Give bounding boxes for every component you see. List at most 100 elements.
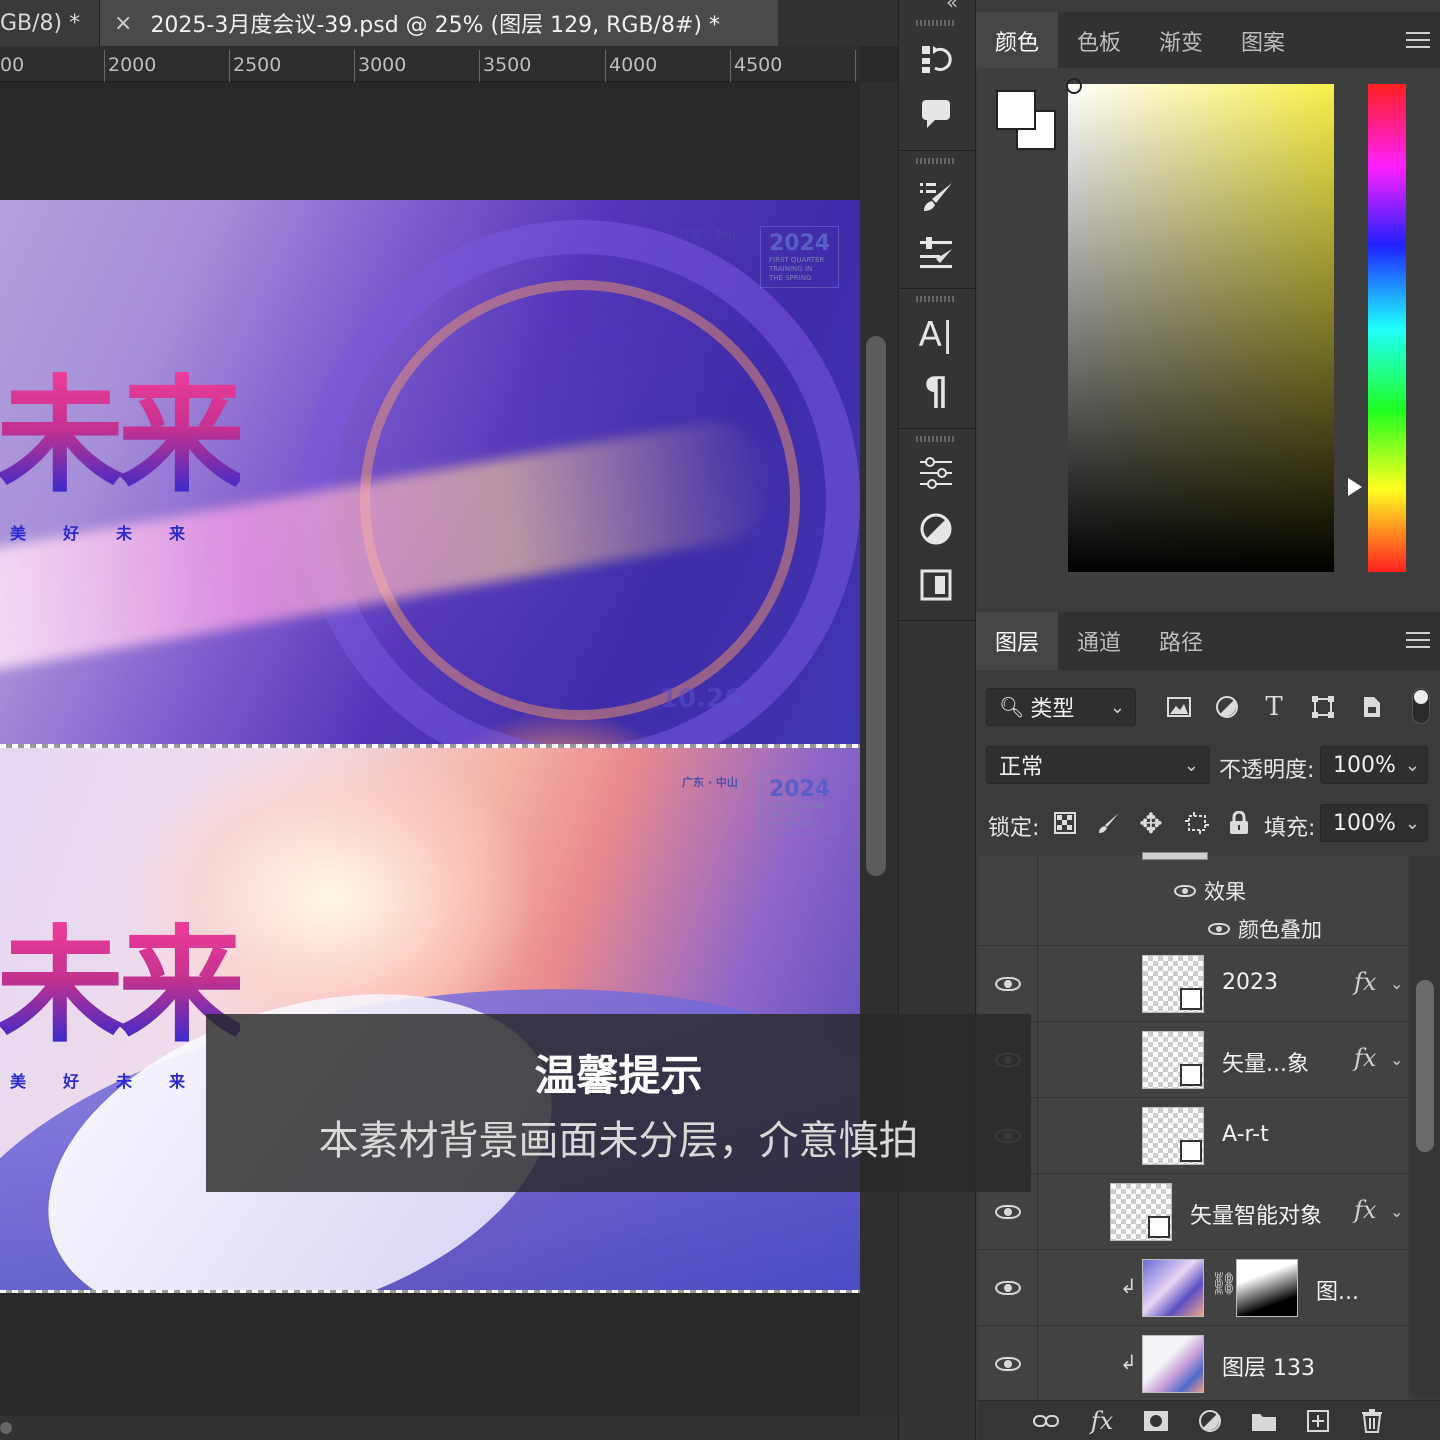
color-overlay-row[interactable]: 颜色叠加 <box>1208 914 1322 944</box>
layer-style-fx-icon[interactable]: fx <box>1084 1404 1120 1438</box>
eye-icon[interactable] <box>994 1357 1021 1371</box>
layer-name[interactable]: 2023 <box>1222 970 1278 995</box>
filter-pixel-layers-icon[interactable] <box>1162 690 1196 724</box>
layers-scroll-thumb[interactable] <box>1416 980 1434 1152</box>
new-layer-icon[interactable] <box>1300 1404 1336 1438</box>
artwork-tiny-line: TRAINING IN <box>769 265 813 273</box>
brush-settings-icon[interactable] <box>908 172 964 222</box>
color-picker-marker[interactable] <box>1066 78 1082 94</box>
character-icon[interactable]: A| <box>908 310 964 360</box>
layer-name[interactable]: A-r-t <box>1222 1122 1269 1147</box>
filter-smart-objects-icon[interactable] <box>1354 690 1388 724</box>
panel-grip[interactable] <box>916 296 954 302</box>
lock-all-icon[interactable] <box>1222 806 1256 840</box>
tab-swatches[interactable]: 色板 <box>1058 12 1140 70</box>
chevron-down-icon[interactable]: ⌄ <box>1390 1050 1403 1069</box>
tab-patterns[interactable]: 图案 <box>1222 12 1304 70</box>
layer-fx-icon[interactable]: fx <box>1354 968 1376 996</box>
chevron-down-icon: ⌄ <box>1183 754 1199 776</box>
filter-toggle-switch[interactable] <box>1412 688 1430 724</box>
panel-grip[interactable] <box>916 158 954 164</box>
lock-artboard-icon[interactable] <box>1180 806 1214 840</box>
panel-grip[interactable] <box>916 436 954 442</box>
artwork-location: 广东 · 中山 <box>680 228 736 241</box>
libraries-icon[interactable] <box>908 560 964 610</box>
eye-icon[interactable] <box>994 1205 1021 1219</box>
eye-icon[interactable] <box>1208 923 1230 935</box>
layer-fx-icon[interactable]: fx <box>1354 1044 1376 1072</box>
eye-icon[interactable] <box>994 977 1021 991</box>
foreground-color-swatch[interactable] <box>996 90 1036 130</box>
layer-thumbnail[interactable] <box>1142 1259 1204 1317</box>
filter-shape-layers-icon[interactable] <box>1306 690 1340 724</box>
chevron-down-icon[interactable]: ⌄ <box>1390 974 1403 993</box>
chevron-down-icon[interactable]: ⌄ <box>1395 754 1420 776</box>
tab-color[interactable]: 颜色 <box>976 12 1058 70</box>
hue-slider-handle[interactable] <box>1348 478 1362 496</box>
fill-value: 100% <box>1333 810 1396 836</box>
tool-presets-icon[interactable] <box>908 228 964 278</box>
layer-filter-dropdown[interactable]: 🔍︎ 类型 ⌄ <box>986 688 1136 726</box>
tab-gradients[interactable]: 渐变 <box>1140 12 1222 70</box>
fill-field[interactable]: 100% ⌄ <box>1320 804 1428 842</box>
new-group-folder-icon[interactable] <box>1246 1404 1282 1438</box>
layer-name[interactable]: 矢量智能对象 <box>1190 1198 1322 1230</box>
filter-type-layers-icon[interactable]: T <box>1257 690 1291 724</box>
properties-sliders-icon[interactable] <box>908 448 964 498</box>
new-adjustment-layer-icon[interactable] <box>1192 1404 1228 1438</box>
layer-name[interactable]: 图层 133 <box>1222 1350 1315 1382</box>
layer-thumbnail[interactable] <box>1142 1335 1204 1393</box>
effects-row[interactable]: 效果 <box>1174 876 1246 906</box>
artwork-title-text: 未来 <box>0 922 246 1050</box>
lock-image-pixels-icon[interactable] <box>1092 806 1126 840</box>
effects-label: 效果 <box>1204 880 1246 904</box>
eye-icon[interactable] <box>994 1281 1021 1295</box>
notice-body: 本素材背景画面未分层，介意慎拍 <box>318 1118 919 1164</box>
adjustments-icon[interactable] <box>908 504 964 554</box>
document-horizontal-scroll-thumb[interactable] <box>0 1422 12 1434</box>
layer-fx-icon[interactable]: fx <box>1354 1196 1376 1224</box>
visibility-toggle[interactable] <box>978 1250 1038 1326</box>
layer-filter-label: 类型 <box>1030 697 1075 722</box>
history-icon[interactable] <box>908 34 964 84</box>
blend-mode-dropdown[interactable]: 正常 ⌄ <box>986 746 1210 784</box>
saturation-brightness-field[interactable] <box>1068 84 1334 572</box>
artwork-subtitle: 美好未来 <box>10 1068 222 1092</box>
layer-name[interactable]: 矢量...象 <box>1222 1046 1309 1078</box>
eye-icon[interactable] <box>1174 885 1196 897</box>
filter-adjustment-layers-icon[interactable] <box>1210 690 1244 724</box>
hue-slider[interactable] <box>1368 84 1406 572</box>
artwork-top-banner[interactable]: 未来 美好未来 2024 FIRST QUARTER TRAINING IN T… <box>0 200 860 744</box>
tool-separator <box>898 150 976 151</box>
chevron-down-icon: ⌄ <box>1109 696 1125 718</box>
add-mask-icon[interactable] <box>1138 1404 1174 1438</box>
close-icon[interactable]: × <box>114 11 132 36</box>
panel-grip[interactable] <box>916 20 954 26</box>
paragraph-icon[interactable]: ¶ <box>908 366 964 416</box>
link-layers-icon[interactable] <box>1028 1404 1064 1438</box>
tab-channels[interactable]: 通道 <box>1058 612 1140 670</box>
collapse-left-icon[interactable]: « <box>946 0 958 14</box>
link-chain-icon[interactable]: ⛓ <box>1210 1272 1238 1297</box>
delete-layer-trash-icon[interactable] <box>1354 1404 1390 1438</box>
layers-panel-menu-icon[interactable] <box>1406 632 1430 648</box>
document-tab-previous[interactable]: GB/8) * <box>0 0 100 46</box>
chevron-down-icon[interactable]: ⌄ <box>1390 1202 1403 1221</box>
lock-transparent-pixels-icon[interactable] <box>1048 806 1082 840</box>
lock-position-icon[interactable]: ✥ <box>1134 806 1168 840</box>
ruler-tick-label: 4000 <box>609 54 658 76</box>
comment-icon[interactable] <box>908 88 964 138</box>
chevron-down-icon[interactable]: ⌄ <box>1395 812 1420 834</box>
document-vertical-scroll-thumb[interactable] <box>866 336 886 876</box>
layer-name[interactable]: 图... <box>1316 1274 1359 1306</box>
tab-paths[interactable]: 路径 <box>1140 612 1222 670</box>
visibility-toggle[interactable] <box>978 946 1038 1022</box>
layer-mask-thumbnail[interactable] <box>1236 1259 1298 1317</box>
opacity-field[interactable]: 100% ⌄ <box>1320 746 1428 784</box>
document-tab-active[interactable]: × 2025-3月度会议-39.psd @ 25% (图层 129, RGB/8… <box>100 0 778 46</box>
tab-layers[interactable]: 图层 <box>976 612 1058 670</box>
visibility-toggle[interactable] <box>978 1326 1038 1402</box>
document-horizontal-scrollbar[interactable] <box>0 1416 898 1440</box>
ruler-tick-label: 4500 <box>734 54 783 76</box>
color-panel-menu-icon[interactable] <box>1406 32 1430 48</box>
